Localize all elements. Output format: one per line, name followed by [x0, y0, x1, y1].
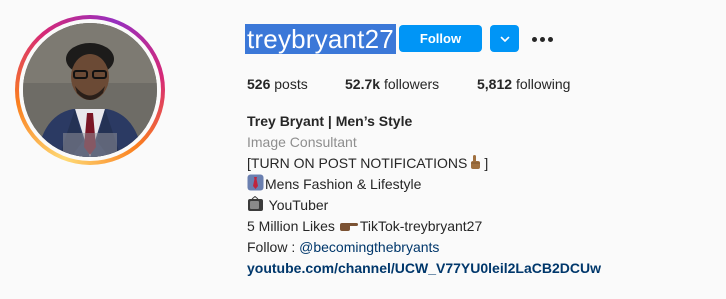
- avatar[interactable]: [23, 23, 157, 157]
- story-ring[interactable]: [15, 15, 165, 165]
- followers-label: followers: [383, 76, 440, 92]
- bio-text: 5 Million Likes: [247, 218, 339, 234]
- bio-line-youtuber: YouTuber: [247, 195, 601, 216]
- bio-line-fashion: Mens Fashion & Lifestyle: [247, 174, 601, 195]
- pointing-hand-icon: [339, 223, 358, 231]
- avatar-gap: [19, 19, 161, 161]
- posts-count: 526: [247, 76, 271, 92]
- necktie-icon: [247, 174, 264, 191]
- chevron-down-icon: [500, 36, 509, 42]
- followers-stat[interactable]: 52.7k followers: [345, 76, 477, 92]
- television-icon: [248, 196, 263, 211]
- profile-bio: Trey Bryant | Men’s Style Image Consulta…: [247, 111, 601, 279]
- followers-count: 52.7k: [345, 76, 381, 92]
- posts-stat: 526 posts: [247, 76, 345, 92]
- more-dot: [539, 36, 545, 42]
- bio-line-website: youtube.com/channel/UCW_V77YU0leil2LaCB2…: [247, 258, 601, 279]
- bio-line-follow: Follow : @becomingthebryants: [247, 237, 601, 258]
- bio-line-notifications: [TURN ON POST NOTIFICATIONS ]: [247, 153, 601, 174]
- username[interactable]: treybryant27: [247, 24, 394, 54]
- bio-text: ]: [484, 155, 489, 171]
- profile-page: treybryant27 Follow 526 posts 52.7k foll…: [0, 0, 726, 299]
- more-options-icon[interactable]: [530, 28, 554, 50]
- bio-text: YouTuber: [265, 197, 329, 213]
- following-label: following: [515, 76, 571, 92]
- follow-prefix: Follow :: [247, 239, 300, 255]
- full-name: Trey Bryant | Men’s Style: [247, 113, 413, 129]
- posts-label: posts: [274, 76, 308, 92]
- more-dot: [547, 36, 553, 42]
- follow-button[interactable]: Follow: [399, 25, 482, 52]
- bio-text: TikTok-treybryant27: [359, 218, 483, 234]
- avatar-image: [23, 23, 157, 157]
- bio-text: [TURN ON POST NOTIFICATIONS: [247, 155, 468, 171]
- following-stat[interactable]: 5,812 following: [477, 76, 570, 92]
- bio-line-tiktok: 5 Million Likes TikTok-treybryant27: [247, 216, 601, 237]
- profile-stats: 526 posts 52.7k followers 5,812 followin…: [247, 76, 570, 92]
- following-count: 5,812: [477, 76, 513, 92]
- website-link[interactable]: youtube.com/channel/UCW_V77YU0leil2LaCB2…: [247, 260, 601, 276]
- bio-text: Mens Fashion & Lifestyle: [265, 176, 422, 192]
- category-label: Image Consultant: [247, 134, 357, 150]
- suggested-accounts-dropdown-button[interactable]: [490, 25, 519, 52]
- more-dot: [531, 36, 537, 42]
- mention-link[interactable]: @becomingthebryants: [299, 239, 439, 255]
- username-selection: treybryant27: [245, 24, 396, 54]
- pointing-finger-icon: [471, 155, 481, 169]
